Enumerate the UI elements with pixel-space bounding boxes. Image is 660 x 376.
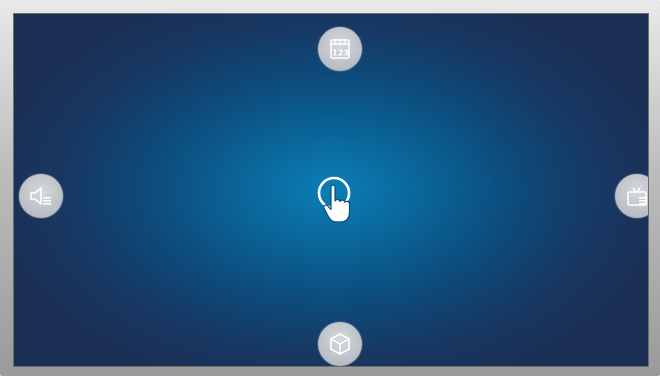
channel-menu-icon <box>627 187 647 206</box>
smart-hub-cube-icon <box>330 333 350 355</box>
touch-pointer-icon <box>317 176 351 223</box>
channel-button[interactable] <box>615 174 648 218</box>
smart-hub-button[interactable] <box>318 322 362 366</box>
keypad-button[interactable]: 123 <box>318 27 362 71</box>
keypad-label: 123 <box>332 49 349 58</box>
touch-screen-area[interactable]: 123 <box>13 13 649 367</box>
tv-bezel: 123 <box>0 0 660 376</box>
touch-pointer <box>312 174 360 230</box>
volume-button[interactable] <box>19 174 63 218</box>
keypad-123-icon: 123 <box>330 39 350 59</box>
volume-menu-icon <box>30 187 51 205</box>
